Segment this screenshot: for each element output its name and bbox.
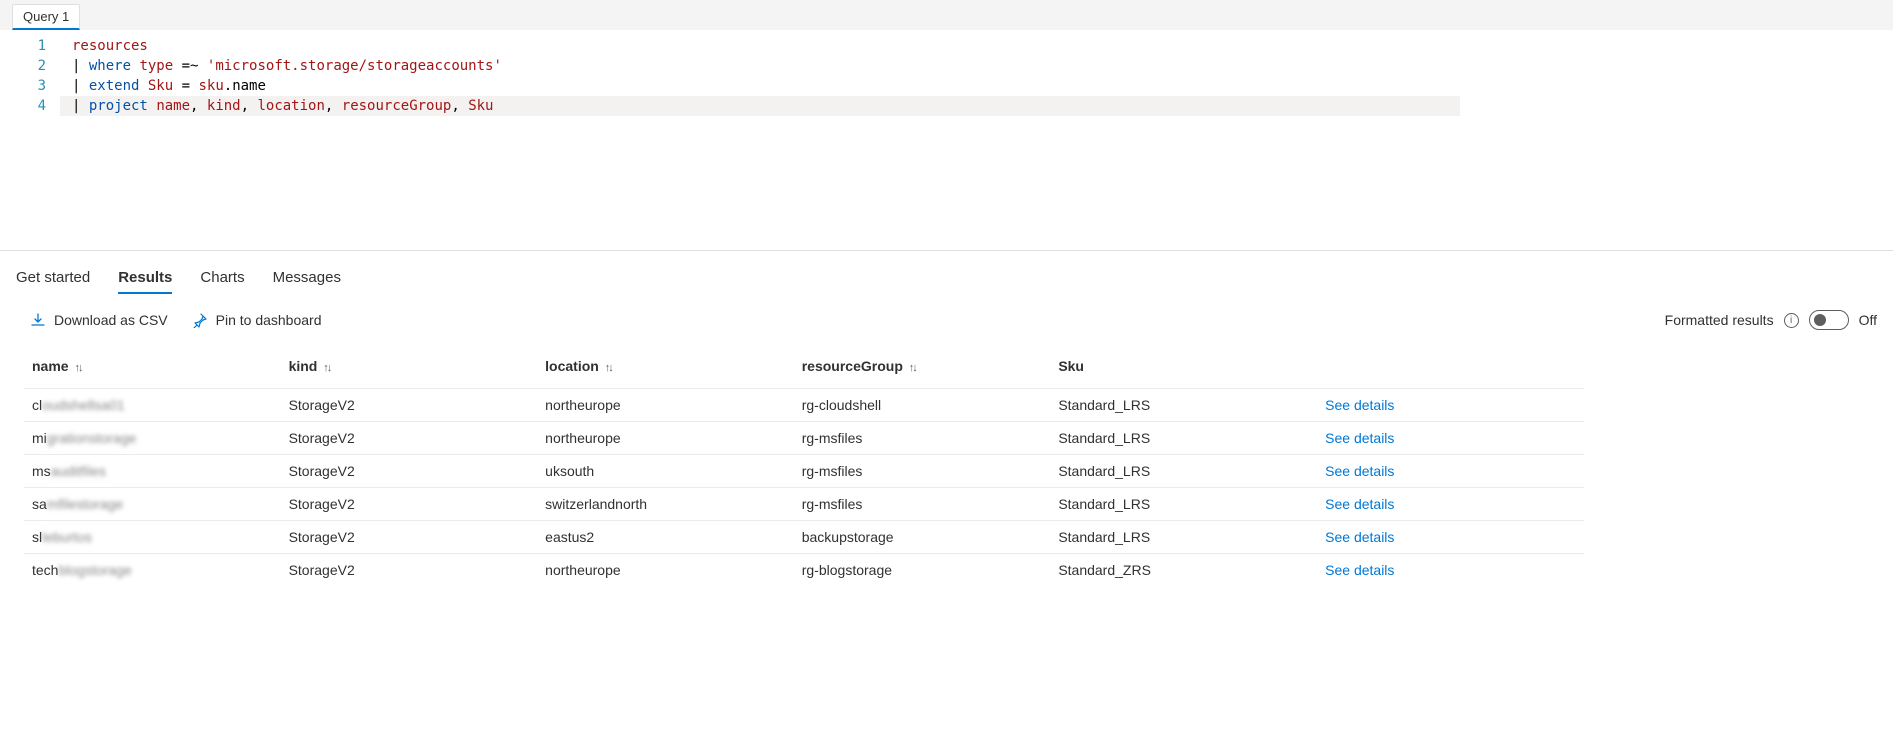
see-details-link[interactable]: See details — [1325, 397, 1394, 413]
cell-location: uksouth — [537, 455, 794, 488]
pin-dashboard-button[interactable]: Pin to dashboard — [192, 312, 322, 328]
table-row[interactable]: msauditfilesStorageV2uksouthrg-msfilesSt… — [24, 455, 1584, 488]
cell-kind: StorageV2 — [281, 488, 538, 521]
col-header-kind[interactable]: kind ↑↓ — [281, 348, 538, 389]
table-header-row: name ↑↓ kind ↑↓ location ↑↓ resourceGrou… — [24, 348, 1584, 389]
cell-resourcegroup: rg-msfiles — [794, 455, 1051, 488]
line-number: 3 — [0, 76, 60, 96]
see-details-link[interactable]: See details — [1325, 529, 1394, 545]
download-icon — [30, 312, 46, 328]
pin-dashboard-label: Pin to dashboard — [216, 312, 322, 328]
col-header-name[interactable]: name ↑↓ — [24, 348, 281, 389]
code-line[interactable]: resources — [60, 36, 148, 56]
cell-location: switzerlandnorth — [537, 488, 794, 521]
cell-resourcegroup: backupstorage — [794, 521, 1051, 554]
sort-icon: ↑↓ — [323, 362, 330, 374]
pin-icon — [192, 312, 208, 328]
tab-charts[interactable]: Charts — [200, 269, 244, 294]
see-details-link[interactable]: See details — [1325, 430, 1394, 446]
query-editor-panel: Query 1 1resources2| where type =~ 'micr… — [0, 0, 1893, 251]
tab-get-started[interactable]: Get started — [16, 269, 90, 294]
cell-kind: StorageV2 — [281, 521, 538, 554]
table-row[interactable]: slleburtosStorageV2eastus2backupstorageS… — [24, 521, 1584, 554]
sort-icon: ↑↓ — [605, 362, 612, 374]
see-details-link[interactable]: See details — [1325, 496, 1394, 512]
table-row[interactable]: samfilestorageStorageV2switzerlandnorthr… — [24, 488, 1584, 521]
cell-name: cloudshellsa01 — [24, 389, 281, 422]
query-tab-1[interactable]: Query 1 — [12, 4, 80, 30]
cell-location: northeurope — [537, 422, 794, 455]
sort-icon: ↑↓ — [74, 362, 81, 374]
code-editor[interactable]: 1resources2| where type =~ 'microsoft.st… — [0, 30, 1893, 250]
cell-sku: Standard_LRS — [1050, 521, 1317, 554]
cell-name: samfilestorage — [24, 488, 281, 521]
cell-name: techblogstorage — [24, 554, 281, 587]
cell-sku: Standard_LRS — [1050, 422, 1317, 455]
cell-location: northeurope — [537, 554, 794, 587]
see-details-link[interactable]: See details — [1325, 463, 1394, 479]
cell-name: msauditfiles — [24, 455, 281, 488]
formatted-results-control: Formatted results i Off — [1665, 310, 1877, 330]
info-icon[interactable]: i — [1784, 313, 1799, 328]
see-details-link[interactable]: See details — [1325, 562, 1394, 578]
results-tabstrip: Get started Results Charts Messages — [0, 251, 1893, 300]
table-row[interactable]: cloudshellsa01StorageV2northeuroperg-clo… — [24, 389, 1584, 422]
cell-kind: StorageV2 — [281, 455, 538, 488]
download-csv-button[interactable]: Download as CSV — [30, 312, 168, 328]
results-table: name ↑↓ kind ↑↓ location ↑↓ resourceGrou… — [24, 348, 1584, 586]
cell-sku: Standard_ZRS — [1050, 554, 1317, 587]
code-line[interactable]: | where type =~ 'microsoft.storage/stora… — [60, 56, 502, 76]
code-line[interactable]: | extend Sku = sku.name — [60, 76, 266, 96]
cell-kind: StorageV2 — [281, 389, 538, 422]
table-row[interactable]: techblogstorageStorageV2northeuroperg-bl… — [24, 554, 1584, 587]
download-csv-label: Download as CSV — [54, 312, 168, 328]
cell-sku: Standard_LRS — [1050, 455, 1317, 488]
table-row[interactable]: migrationstorageStorageV2northeuroperg-m… — [24, 422, 1584, 455]
line-number: 1 — [0, 36, 60, 56]
tab-messages[interactable]: Messages — [273, 269, 341, 294]
sort-icon: ↑↓ — [909, 362, 916, 374]
cell-kind: StorageV2 — [281, 554, 538, 587]
col-header-location[interactable]: location ↑↓ — [537, 348, 794, 389]
formatted-results-label: Formatted results — [1665, 312, 1774, 328]
col-header-resourcegroup[interactable]: resourceGroup ↑↓ — [794, 348, 1051, 389]
cell-kind: StorageV2 — [281, 422, 538, 455]
col-header-sku[interactable]: Sku — [1050, 348, 1317, 389]
tab-results[interactable]: Results — [118, 269, 172, 294]
formatted-results-toggle[interactable] — [1809, 310, 1849, 330]
formatted-results-state: Off — [1859, 312, 1877, 328]
cell-name: slleburtos — [24, 521, 281, 554]
cell-resourcegroup: rg-msfiles — [794, 422, 1051, 455]
results-toolbar: Download as CSV Pin to dashboard Formatt… — [0, 300, 1893, 348]
cell-name: migrationstorage — [24, 422, 281, 455]
cell-sku: Standard_LRS — [1050, 389, 1317, 422]
cell-resourcegroup: rg-cloudshell — [794, 389, 1051, 422]
cell-resourcegroup: rg-blogstorage — [794, 554, 1051, 587]
line-number: 2 — [0, 56, 60, 76]
query-tabstrip: Query 1 — [0, 0, 1893, 30]
col-header-details — [1317, 348, 1584, 389]
cell-location: northeurope — [537, 389, 794, 422]
cell-resourcegroup: rg-msfiles — [794, 488, 1051, 521]
cell-location: eastus2 — [537, 521, 794, 554]
cell-sku: Standard_LRS — [1050, 488, 1317, 521]
line-number: 4 — [0, 96, 60, 116]
code-line[interactable]: | project name, kind, location, resource… — [60, 96, 1460, 116]
